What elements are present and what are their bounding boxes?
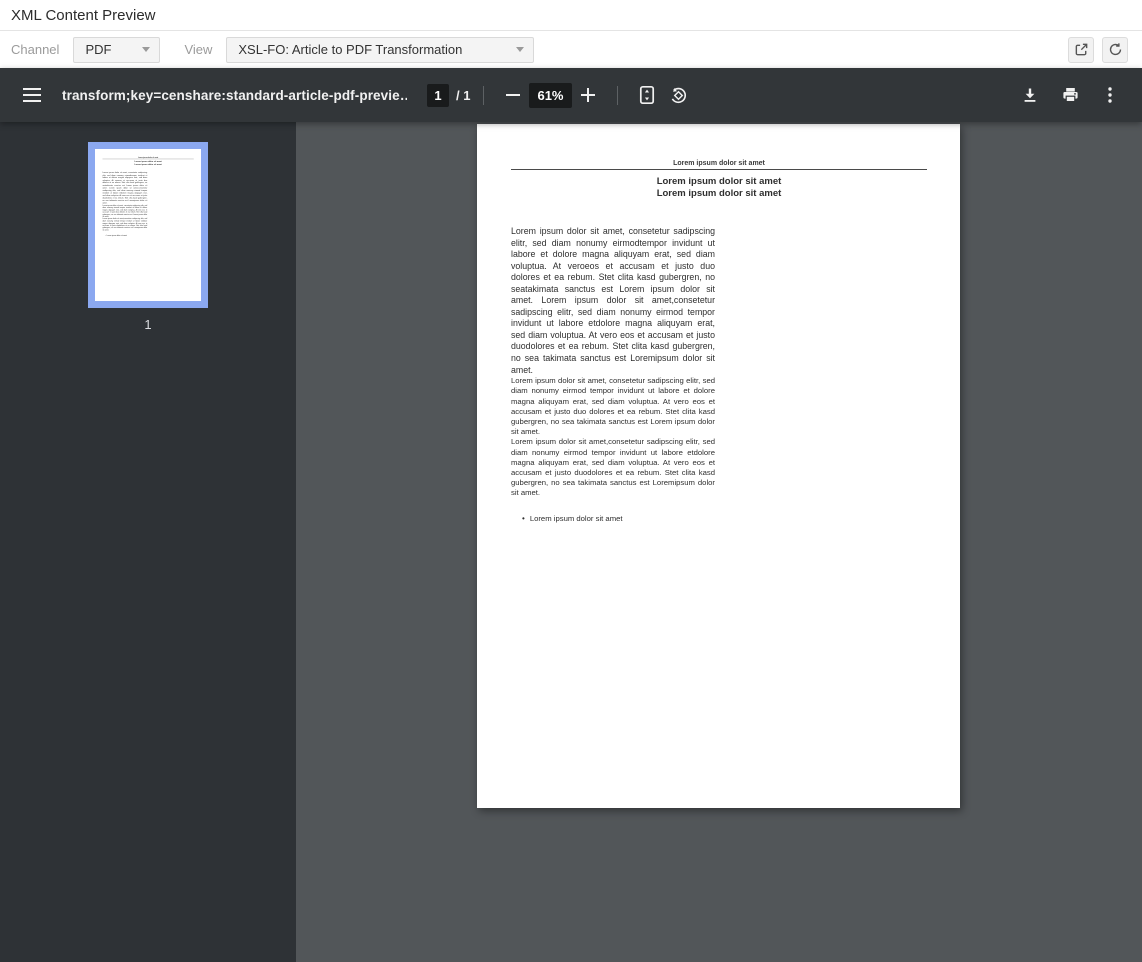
- doc-bullet-item: • Lorem ipsum dolor sit amet: [102, 235, 147, 237]
- zoom-in-icon: [581, 88, 595, 102]
- download-icon: [1022, 87, 1038, 103]
- print-button[interactable]: [1054, 79, 1086, 111]
- window-title: XML Content Preview: [11, 7, 156, 24]
- zoom-out-button[interactable]: [497, 79, 529, 111]
- thumbnail-page-preview: Lorem ipsum dolor sit amet Lorem ipsum d…: [95, 149, 201, 301]
- toolbar-separator: [617, 86, 618, 105]
- view-label: View: [184, 42, 212, 57]
- print-icon: [1062, 87, 1079, 103]
- controlbar: Channel PDF View XSL-FO: Article to PDF …: [0, 31, 1142, 68]
- zoom-out-icon: [506, 94, 520, 96]
- fit-to-page-button[interactable]: [631, 79, 663, 111]
- doc-paragraph-3: Lorem ipsum dolor sit amet,consetetur sa…: [102, 218, 147, 231]
- doc-subtitle-1: Lorem ipsum dolor sit amet: [511, 176, 927, 188]
- zoom-in-button[interactable]: [572, 79, 604, 111]
- sidebar-toggle-button[interactable]: [16, 79, 48, 111]
- rotate-button[interactable]: [663, 79, 695, 111]
- external-link-icon: [1074, 42, 1089, 57]
- channel-select[interactable]: PDF: [73, 37, 160, 63]
- doc-paragraph-2: Lorem ipsum dolor sit amet, consetetur s…: [102, 204, 147, 217]
- doc-subtitle-2: Lorem ipsum dolor sit amet: [102, 163, 193, 166]
- download-button[interactable]: [1014, 79, 1046, 111]
- bullet-icon: •: [105, 235, 106, 237]
- chevron-down-icon: [142, 47, 150, 52]
- doc-paragraph-1: Lorem ipsum dolor sit amet, consetetur s…: [511, 226, 715, 376]
- doc-paragraph-1: Lorem ipsum dolor sit amet, consetetur s…: [102, 171, 147, 204]
- toolbar-separator: [483, 86, 484, 105]
- titlebar: XML Content Preview: [0, 0, 1142, 31]
- thumbnail-sidebar[interactable]: Lorem ipsum dolor sit amet Lorem ipsum d…: [0, 122, 296, 962]
- doc-rule: [511, 169, 927, 170]
- thumbnail-page-number: 1: [144, 317, 151, 332]
- view-select[interactable]: XSL-FO: Article to PDF Transformation: [226, 37, 534, 63]
- refresh-button[interactable]: [1102, 37, 1128, 63]
- refresh-icon: [1108, 42, 1123, 57]
- fit-to-page-icon: [637, 85, 657, 105]
- doc-running-header: Lorem ipsum dolor sit amet: [511, 160, 927, 167]
- doc-subtitle-2: Lorem ipsum dolor sit amet: [511, 188, 927, 200]
- page-thumbnail-selected[interactable]: Lorem ipsum dolor sit amet Lorem ipsum d…: [88, 142, 208, 308]
- pdf-viewer-canvas[interactable]: Lorem ipsum dolor sit amet Lorem ipsum d…: [296, 122, 1142, 962]
- bullet-icon: •: [522, 514, 525, 523]
- rotate-icon: [668, 85, 689, 106]
- page-total-label: / 1: [456, 88, 470, 103]
- open-external-button[interactable]: [1068, 37, 1094, 63]
- zoom-level-display: 61%: [529, 83, 571, 108]
- view-select-value: XSL-FO: Article to PDF Transformation: [238, 42, 462, 57]
- doc-paragraph-3: Lorem ipsum dolor sit amet,consetetur sa…: [511, 437, 715, 498]
- page-number-input[interactable]: 1: [427, 84, 449, 107]
- pdf-page: Lorem ipsum dolor sit amet Lorem ipsum d…: [477, 124, 960, 808]
- doc-paragraph-2: Lorem ipsum dolor sit amet, consetetur s…: [511, 376, 715, 437]
- chevron-down-icon: [516, 47, 524, 52]
- pdf-filename: transform;key=censhare:standard-article-…: [62, 88, 407, 103]
- doc-bullet-item: • Lorem ipsum dolor sit amet: [511, 514, 715, 523]
- more-vertical-icon: [1108, 87, 1112, 103]
- xml-content-preview-window: XML Content Preview Channel PDF View XSL…: [0, 0, 1142, 962]
- channel-label: Channel: [11, 42, 59, 57]
- doc-bullet-text: Lorem ipsum dolor sit amet: [530, 514, 623, 523]
- channel-select-value: PDF: [85, 42, 111, 57]
- pdf-content-area: Lorem ipsum dolor sit amet Lorem ipsum d…: [0, 122, 1142, 962]
- doc-bullet-text: Lorem ipsum dolor sit amet: [107, 235, 127, 237]
- more-options-button[interactable]: [1094, 79, 1126, 111]
- hamburger-menu-icon: [23, 88, 41, 102]
- pdf-toolbar: transform;key=censhare:standard-article-…: [0, 68, 1142, 122]
